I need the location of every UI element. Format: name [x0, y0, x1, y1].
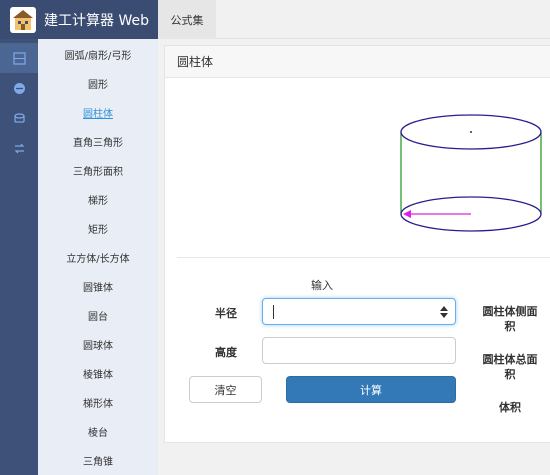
- number-stepper-icon[interactable]: [440, 306, 448, 318]
- submenu-item[interactable]: 圆形: [38, 69, 158, 98]
- submenu-item[interactable]: 圆弧/扇形/弓形: [38, 40, 158, 69]
- icon-rail: [0, 39, 38, 475]
- app-title: 建工计算器 Web: [44, 12, 149, 29]
- input-caption: 输入: [311, 279, 333, 292]
- formula-icon: [12, 51, 26, 65]
- rail-item-units[interactable]: [0, 73, 38, 103]
- radius-arrow-head: [403, 210, 411, 218]
- submenu-item[interactable]: 矩形: [38, 214, 158, 243]
- submenu-item[interactable]: 梯形体: [38, 388, 158, 417]
- result-label-lateral-area: 圆柱体侧面积: [482, 305, 538, 333]
- formula-submenu: 圆弧/扇形/弓形 圆形 圆柱体 直角三角形 三角形面积 梯形 矩形 立方体/长方体 圆锥体 圆台圆…: [38, 39, 158, 475]
- text-caret: [273, 305, 274, 319]
- exchange-icon: [14, 143, 24, 153]
- tab-formulas[interactable]: 公式集: [158, 0, 216, 39]
- clear-button[interactable]: 清空: [189, 376, 262, 403]
- panel-divider: [177, 257, 550, 258]
- result-label-total-area: 圆柱体总面积: [482, 353, 538, 381]
- submenu-item[interactable]: 梯形: [38, 185, 158, 214]
- rail-item-formulas[interactable]: [0, 43, 38, 73]
- submenu-item[interactable]: 棱锥体: [38, 359, 158, 388]
- cylinder-diagram: [400, 114, 542, 232]
- submenu-item[interactable]: 三角锥: [38, 446, 158, 475]
- radius-label: 半径: [215, 307, 237, 320]
- submenu-item[interactable]: 圆锥体: [38, 272, 158, 301]
- house-logo-icon: [10, 6, 36, 33]
- result-label-volume: 体积: [499, 401, 521, 414]
- submenu-item[interactable]: 圆台: [38, 301, 158, 330]
- submenu-item[interactable]: 直角三角形: [38, 127, 158, 156]
- submenu-item[interactable]: 立方体/长方体: [38, 243, 158, 272]
- calculate-button[interactable]: 计算: [286, 376, 456, 403]
- submenu-item[interactable]: 圆球体: [38, 330, 158, 359]
- material-icon: [13, 112, 25, 123]
- app-header: 建工计算器 Web: [0, 0, 158, 39]
- height-label: 高度: [215, 346, 237, 359]
- cylinder-top-center: [470, 131, 472, 133]
- rail-item-exchange[interactable]: [0, 133, 38, 163]
- height-input[interactable]: [262, 337, 456, 364]
- formula-panel: 圆柱体 输入 半径 高度 清空 计算 圆柱体侧面积 圆柱体总面积 体积: [164, 45, 550, 443]
- rail-item-materials[interactable]: [0, 103, 38, 133]
- panel-title: 圆柱体: [165, 46, 550, 78]
- submenu-item[interactable]: 棱台: [38, 417, 158, 446]
- radius-input[interactable]: [262, 298, 456, 325]
- unit-convert-icon: [13, 82, 25, 94]
- submenu-item[interactable]: 三角形面积: [38, 156, 158, 185]
- submenu-item[interactable]: 圆柱体: [38, 98, 158, 127]
- top-tab-bar: 公式集: [158, 0, 550, 39]
